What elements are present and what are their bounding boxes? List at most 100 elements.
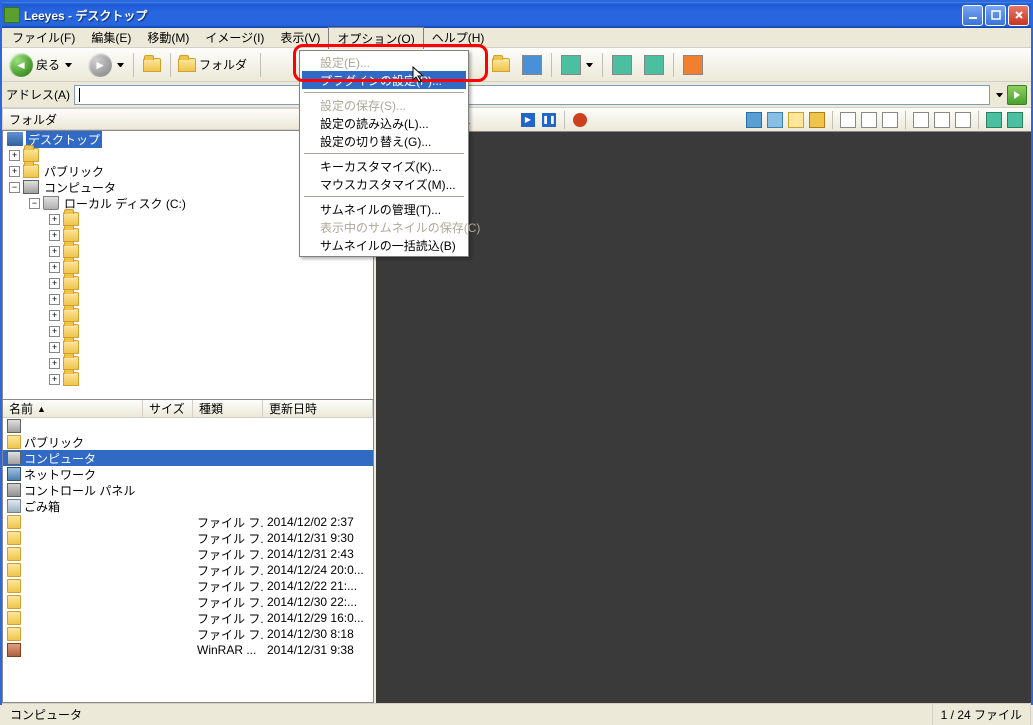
menu-thumbnail-manage[interactable]: サムネイルの管理(T)...: [302, 200, 466, 218]
tree-row[interactable]: +: [3, 355, 373, 371]
expand-icon[interactable]: +: [49, 278, 60, 289]
back-button[interactable]: ◄ 戻る: [6, 51, 81, 79]
go-button[interactable]: [1007, 85, 1027, 105]
tb-bookshelf-button[interactable]: [678, 51, 708, 79]
list-row[interactable]: ネットワーク: [3, 466, 373, 482]
tb-layout2-button[interactable]: [639, 51, 669, 79]
menu-load-settings[interactable]: 設定の読み込み(L)...: [302, 114, 466, 132]
vt-tool7[interactable]: [880, 110, 900, 130]
tree-row[interactable]: +: [3, 371, 373, 387]
col-date[interactable]: 更新日時: [263, 400, 373, 417]
menu-save-settings[interactable]: 設定の保存(S)...: [302, 96, 466, 114]
menu-view[interactable]: 表示(V): [272, 27, 328, 48]
titlebar[interactable]: Leeyes - デスクトップ: [2, 2, 1031, 28]
list-body[interactable]: パブリックコンピュータネットワークコントロール パネルごみ箱ファイル フ...2…: [3, 418, 373, 702]
vt-tool9[interactable]: [932, 110, 952, 130]
expand-icon[interactable]: +: [49, 294, 60, 305]
tb-explorer-button[interactable]: [487, 51, 515, 79]
list-row[interactable]: ファイル フ...2014/12/31 9:30: [3, 530, 373, 546]
tree-row[interactable]: +: [3, 323, 373, 339]
tree-row[interactable]: +: [3, 307, 373, 323]
tree-label: パブリック: [42, 163, 106, 180]
tool-icon: [1007, 112, 1023, 128]
expand-icon[interactable]: +: [49, 310, 60, 321]
collapse-icon[interactable]: −: [9, 182, 20, 193]
chevron-down-icon[interactable]: [996, 93, 1003, 97]
list-row[interactable]: ファイル フ...2014/12/02 2:37: [3, 514, 373, 530]
expand-icon[interactable]: +: [49, 230, 60, 241]
minimize-button[interactable]: [962, 5, 983, 26]
expand-icon[interactable]: +: [49, 374, 60, 385]
vt-tool2[interactable]: [765, 110, 785, 130]
tree-label: デスクトップ: [26, 131, 102, 148]
list-row[interactable]: ファイル フ...2014/12/22 21:...: [3, 578, 373, 594]
vt-tool12[interactable]: [1005, 110, 1025, 130]
menu-option[interactable]: オプション(O): [328, 27, 423, 49]
col-type[interactable]: 種類: [193, 400, 263, 417]
vt-tool3[interactable]: [786, 110, 806, 130]
vt-tool11[interactable]: [984, 110, 1004, 130]
folder-open-icon: [492, 58, 510, 72]
maximize-button[interactable]: [985, 5, 1006, 26]
menu-move[interactable]: 移動(M): [139, 27, 197, 48]
vt-tool5[interactable]: [838, 110, 858, 130]
list-row[interactable]: ファイル フ...2014/12/30 8:18: [3, 626, 373, 642]
play-button[interactable]: ▶: [518, 110, 538, 130]
expand-icon[interactable]: +: [49, 262, 60, 273]
expand-icon[interactable]: +: [9, 150, 20, 161]
address-input[interactable]: [74, 85, 990, 105]
folder-button[interactable]: フォルダ: [175, 51, 256, 79]
menu-thumbnail-save[interactable]: 表示中のサムネイルの保存(C): [302, 218, 466, 236]
collapse-icon[interactable]: −: [29, 198, 40, 209]
vt-tool6[interactable]: [859, 110, 879, 130]
tb-layout1-button[interactable]: [607, 51, 637, 79]
list-row[interactable]: ごみ箱: [3, 498, 373, 514]
stop-button[interactable]: [570, 110, 590, 130]
list-row[interactable]: コンピュータ: [3, 450, 373, 466]
tb-view-button[interactable]: [556, 51, 598, 79]
forward-button[interactable]: ►: [83, 51, 129, 79]
tb-copy-button[interactable]: [517, 51, 547, 79]
expand-icon[interactable]: +: [49, 358, 60, 369]
menu-file[interactable]: ファイル(F): [4, 27, 83, 48]
pause-button[interactable]: ❚❚: [539, 110, 559, 130]
menu-edit[interactable]: 編集(E): [83, 27, 139, 48]
expand-icon[interactable]: +: [49, 214, 60, 225]
list-row[interactable]: コントロール パネル: [3, 482, 373, 498]
folder-icon: [63, 260, 79, 274]
col-name[interactable]: 名前▲: [3, 400, 143, 417]
menu-mouse-customize[interactable]: マウスカスタマイズ(M)...: [302, 175, 466, 193]
tree-row[interactable]: +: [3, 339, 373, 355]
list-row[interactable]: ファイル フ...2014/12/31 2:43: [3, 546, 373, 562]
list-row[interactable]: ファイル フ...2014/12/29 16:0...: [3, 610, 373, 626]
tree-row[interactable]: +: [3, 291, 373, 307]
toolbar-separator: [673, 53, 674, 77]
menu-switch-settings[interactable]: 設定の切り替え(G)...: [302, 132, 466, 150]
status-left: コンピュータ: [2, 704, 933, 725]
menu-help[interactable]: ヘルプ(H): [424, 27, 493, 48]
list-row[interactable]: ファイル フ...2014/12/30 22:...: [3, 594, 373, 610]
expand-icon[interactable]: +: [49, 246, 60, 257]
tree-row[interactable]: +: [3, 275, 373, 291]
list-row[interactable]: WinRAR ...2014/12/31 9:38: [3, 642, 373, 658]
close-button[interactable]: [1008, 5, 1029, 26]
expand-icon[interactable]: +: [9, 166, 20, 177]
list-row[interactable]: パブリック: [3, 434, 373, 450]
menu-thumbnail-batch[interactable]: サムネイルの一括読込(B): [302, 236, 466, 254]
tree-row[interactable]: +: [3, 259, 373, 275]
menu-key-customize[interactable]: キーカスタマイズ(K)...: [302, 157, 466, 175]
expand-icon[interactable]: +: [49, 326, 60, 337]
up-button[interactable]: [138, 51, 166, 79]
list-row[interactable]: [3, 418, 373, 434]
list-row[interactable]: ファイル フ...2014/12/24 20:0...: [3, 562, 373, 578]
folder-icon: [7, 435, 21, 449]
col-size[interactable]: サイズ: [143, 400, 193, 417]
vt-tool4[interactable]: [807, 110, 827, 130]
vt-tool10[interactable]: [953, 110, 973, 130]
expand-icon[interactable]: +: [49, 342, 60, 353]
menu-plugin-settings[interactable]: プラグインの設定(P)...: [302, 71, 466, 89]
vt-tool8[interactable]: [911, 110, 931, 130]
menu-settings[interactable]: 設定(E)...: [302, 53, 466, 71]
vt-tool1[interactable]: [744, 110, 764, 130]
menu-image[interactable]: イメージ(I): [197, 27, 272, 48]
